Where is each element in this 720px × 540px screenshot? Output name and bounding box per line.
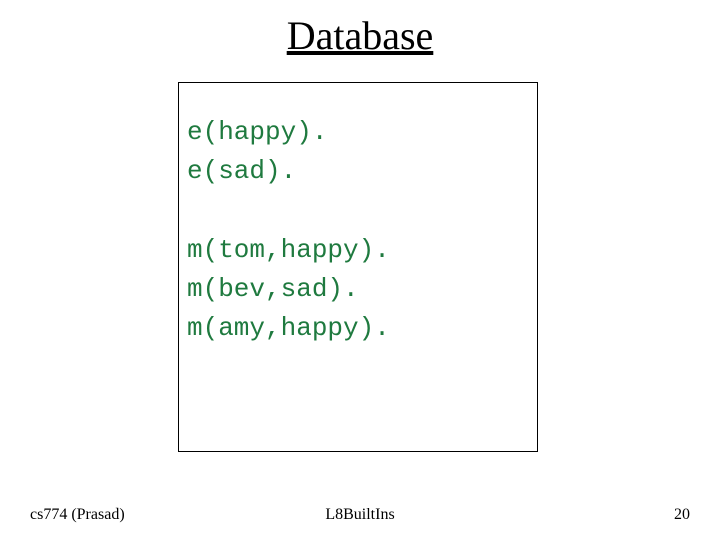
footer-right: 20 xyxy=(674,506,690,524)
footer-center: L8BuiltIns xyxy=(0,506,720,524)
code-line: e(happy). xyxy=(187,113,529,152)
code-line: e(sad). xyxy=(187,152,529,191)
code-box: e(happy). e(sad). m(tom,happy). m(bev,sa… xyxy=(178,82,538,452)
code-gap xyxy=(187,191,529,231)
code-line: m(amy,happy). xyxy=(187,309,529,348)
code-line: m(bev,sad). xyxy=(187,270,529,309)
code-line: m(tom,happy). xyxy=(187,231,529,270)
page-title: Database xyxy=(0,12,720,59)
